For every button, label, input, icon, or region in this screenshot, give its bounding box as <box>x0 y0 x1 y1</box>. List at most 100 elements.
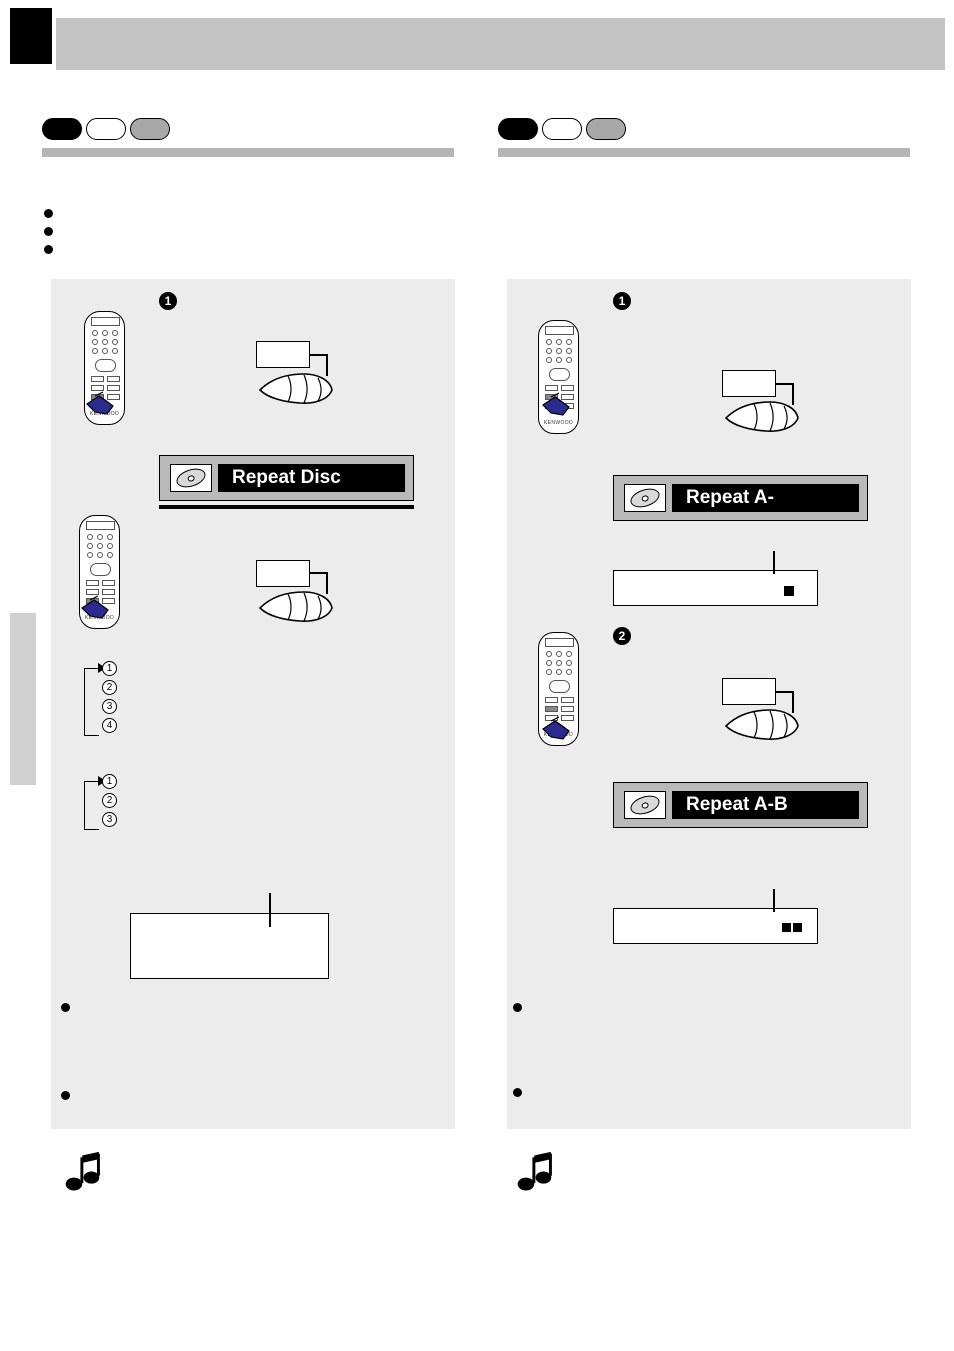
right-callout-box-2 <box>722 678 776 705</box>
remote2-key-r1c2 <box>97 534 103 540</box>
remote4-key-r3c2 <box>556 669 562 675</box>
right-step-2-badge: 2 <box>613 627 631 645</box>
cycle-item-2-2: 2 <box>102 793 117 808</box>
disc-icon-dvd-right <box>498 118 538 140</box>
remote4-key-bar-2 <box>561 697 574 703</box>
cycle-item-2-1: 1 <box>102 774 117 789</box>
remote2-key-r3c3 <box>107 552 113 558</box>
left-cycle-list-1: 1 2 3 4 <box>84 661 204 749</box>
cycle-item-2-3: 3 <box>102 812 117 827</box>
left-callout-box-1 <box>256 341 310 368</box>
remote2-key-r3c2 <box>97 552 103 558</box>
osd-text-left-1: Repeat Disc <box>232 467 341 488</box>
left-disc-type-icons <box>42 118 172 140</box>
remote3-key-r2c3 <box>566 348 572 354</box>
remote4-key-r2c3 <box>566 660 572 666</box>
right-note-bullet-2 <box>513 1088 522 1097</box>
remote4-key-r3c3 <box>566 669 572 675</box>
hand-pointer-icon-3 <box>542 392 570 416</box>
remote-key-r1c1 <box>92 330 98 336</box>
remote-key-bar-1 <box>91 376 104 382</box>
remote3-key-r1c1 <box>546 339 552 345</box>
page-root: 1 KENWOOD <box>0 0 954 1351</box>
cycle-loop-1 <box>84 668 99 736</box>
remote-control-step1: KENWOOD <box>538 320 579 434</box>
remote-key-r2c2 <box>102 339 108 345</box>
cycle-item-1-4: 4 <box>102 718 117 733</box>
right-vfd-tick-1 <box>773 551 775 574</box>
cycle-item-1-1: 1 <box>102 661 117 676</box>
remote4-key-nav <box>549 680 570 693</box>
remote4-key-r1c3 <box>566 651 572 657</box>
remote3-key-r1c2 <box>556 339 562 345</box>
osd-text-area-right-1: Repeat A- <box>672 484 859 512</box>
right-osd-display-2: Repeat A-B <box>613 782 868 828</box>
remote3-key-r3c1 <box>546 357 552 363</box>
remote2-key-display <box>86 521 115 530</box>
right-osd-display-1: Repeat A- <box>613 475 868 521</box>
disc-icon-cd-right <box>586 118 626 140</box>
hand-pointer-icon-4 <box>542 716 570 740</box>
right-note-bullet-1 <box>513 1003 522 1012</box>
osd-text-right-2: Repeat A-B <box>686 794 788 815</box>
remote-key-r1c3 <box>112 330 118 336</box>
disc-icon-cd <box>130 118 170 140</box>
left-osd-underline <box>159 505 414 509</box>
remote-key-r1c2 <box>102 330 108 336</box>
remote4-key-display <box>545 638 574 647</box>
remote2-key-r3c1 <box>87 552 93 558</box>
remote3-brand-label: KENWOOD <box>543 420 574 426</box>
side-tab-marker <box>10 585 36 785</box>
left-vfd-tick <box>269 893 271 927</box>
osd-disc-icon-right-2 <box>624 791 666 819</box>
remote3-key-nav <box>549 368 570 381</box>
osd-text-right-1: Repeat A- <box>686 487 774 508</box>
disc-icon-vcd <box>86 118 126 140</box>
remote4-key-bar-1 <box>545 697 558 703</box>
left-callout-box-2 <box>256 560 310 587</box>
osd-disc-glyph-right-2 <box>628 792 662 818</box>
music-note-icon-left <box>65 1151 100 1191</box>
remote-key-r3c1 <box>92 348 98 354</box>
remote-control-step2: KENWOOD <box>538 632 579 746</box>
left-bullet-2 <box>44 227 53 236</box>
left-note-bullet-1 <box>61 1003 70 1012</box>
remote-key-nav <box>95 359 116 372</box>
remote3-key-r1c3 <box>566 339 572 345</box>
left-osd-display-1: Repeat Disc <box>159 455 414 501</box>
left-bullet-1 <box>44 209 53 218</box>
hand-pointer-icon <box>86 391 114 415</box>
right-vfd-marker-2b <box>793 923 802 932</box>
remote2-key-r2c1 <box>87 543 93 549</box>
osd-disc-icon-right-1 <box>624 484 666 512</box>
remote-control-bottom: KENWOOD <box>79 515 120 629</box>
disc-icon-dvd <box>42 118 82 140</box>
remote2-key-bar-1 <box>86 580 99 586</box>
page-header-tab <box>10 8 52 64</box>
osd-text-area-right-2: Repeat A-B <box>672 791 859 819</box>
cycle-loop-2 <box>84 781 99 830</box>
right-disc-type-icons <box>498 118 628 140</box>
hand-pointer-icon-2 <box>81 595 109 619</box>
remote2-key-r2c3 <box>107 543 113 549</box>
music-note-icon-right <box>517 1151 552 1191</box>
remote-key-r2c1 <box>92 339 98 345</box>
remote3-key-r3c3 <box>566 357 572 363</box>
remote-key-r3c2 <box>102 348 108 354</box>
remote4-key-r1c2 <box>556 651 562 657</box>
remote3-key-r2c1 <box>546 348 552 354</box>
hand-press-icon-right-2 <box>724 709 799 740</box>
osd-disc-glyph <box>174 465 208 491</box>
remote2-key-r1c1 <box>87 534 93 540</box>
right-callout-box-1 <box>722 370 776 397</box>
remote-control-top: KENWOOD <box>84 311 125 425</box>
remote2-key-r1c3 <box>107 534 113 540</box>
remote3-key-r2c2 <box>556 348 562 354</box>
remote4-key-r2c1 <box>546 660 552 666</box>
right-step-1-badge: 1 <box>613 292 631 310</box>
remote-key-display <box>91 317 120 326</box>
hand-press-icon-left-2 <box>258 591 333 622</box>
left-front-panel-display <box>130 913 329 979</box>
remote2-key-r2c2 <box>97 543 103 549</box>
hand-press-icon-right-1 <box>724 401 799 432</box>
